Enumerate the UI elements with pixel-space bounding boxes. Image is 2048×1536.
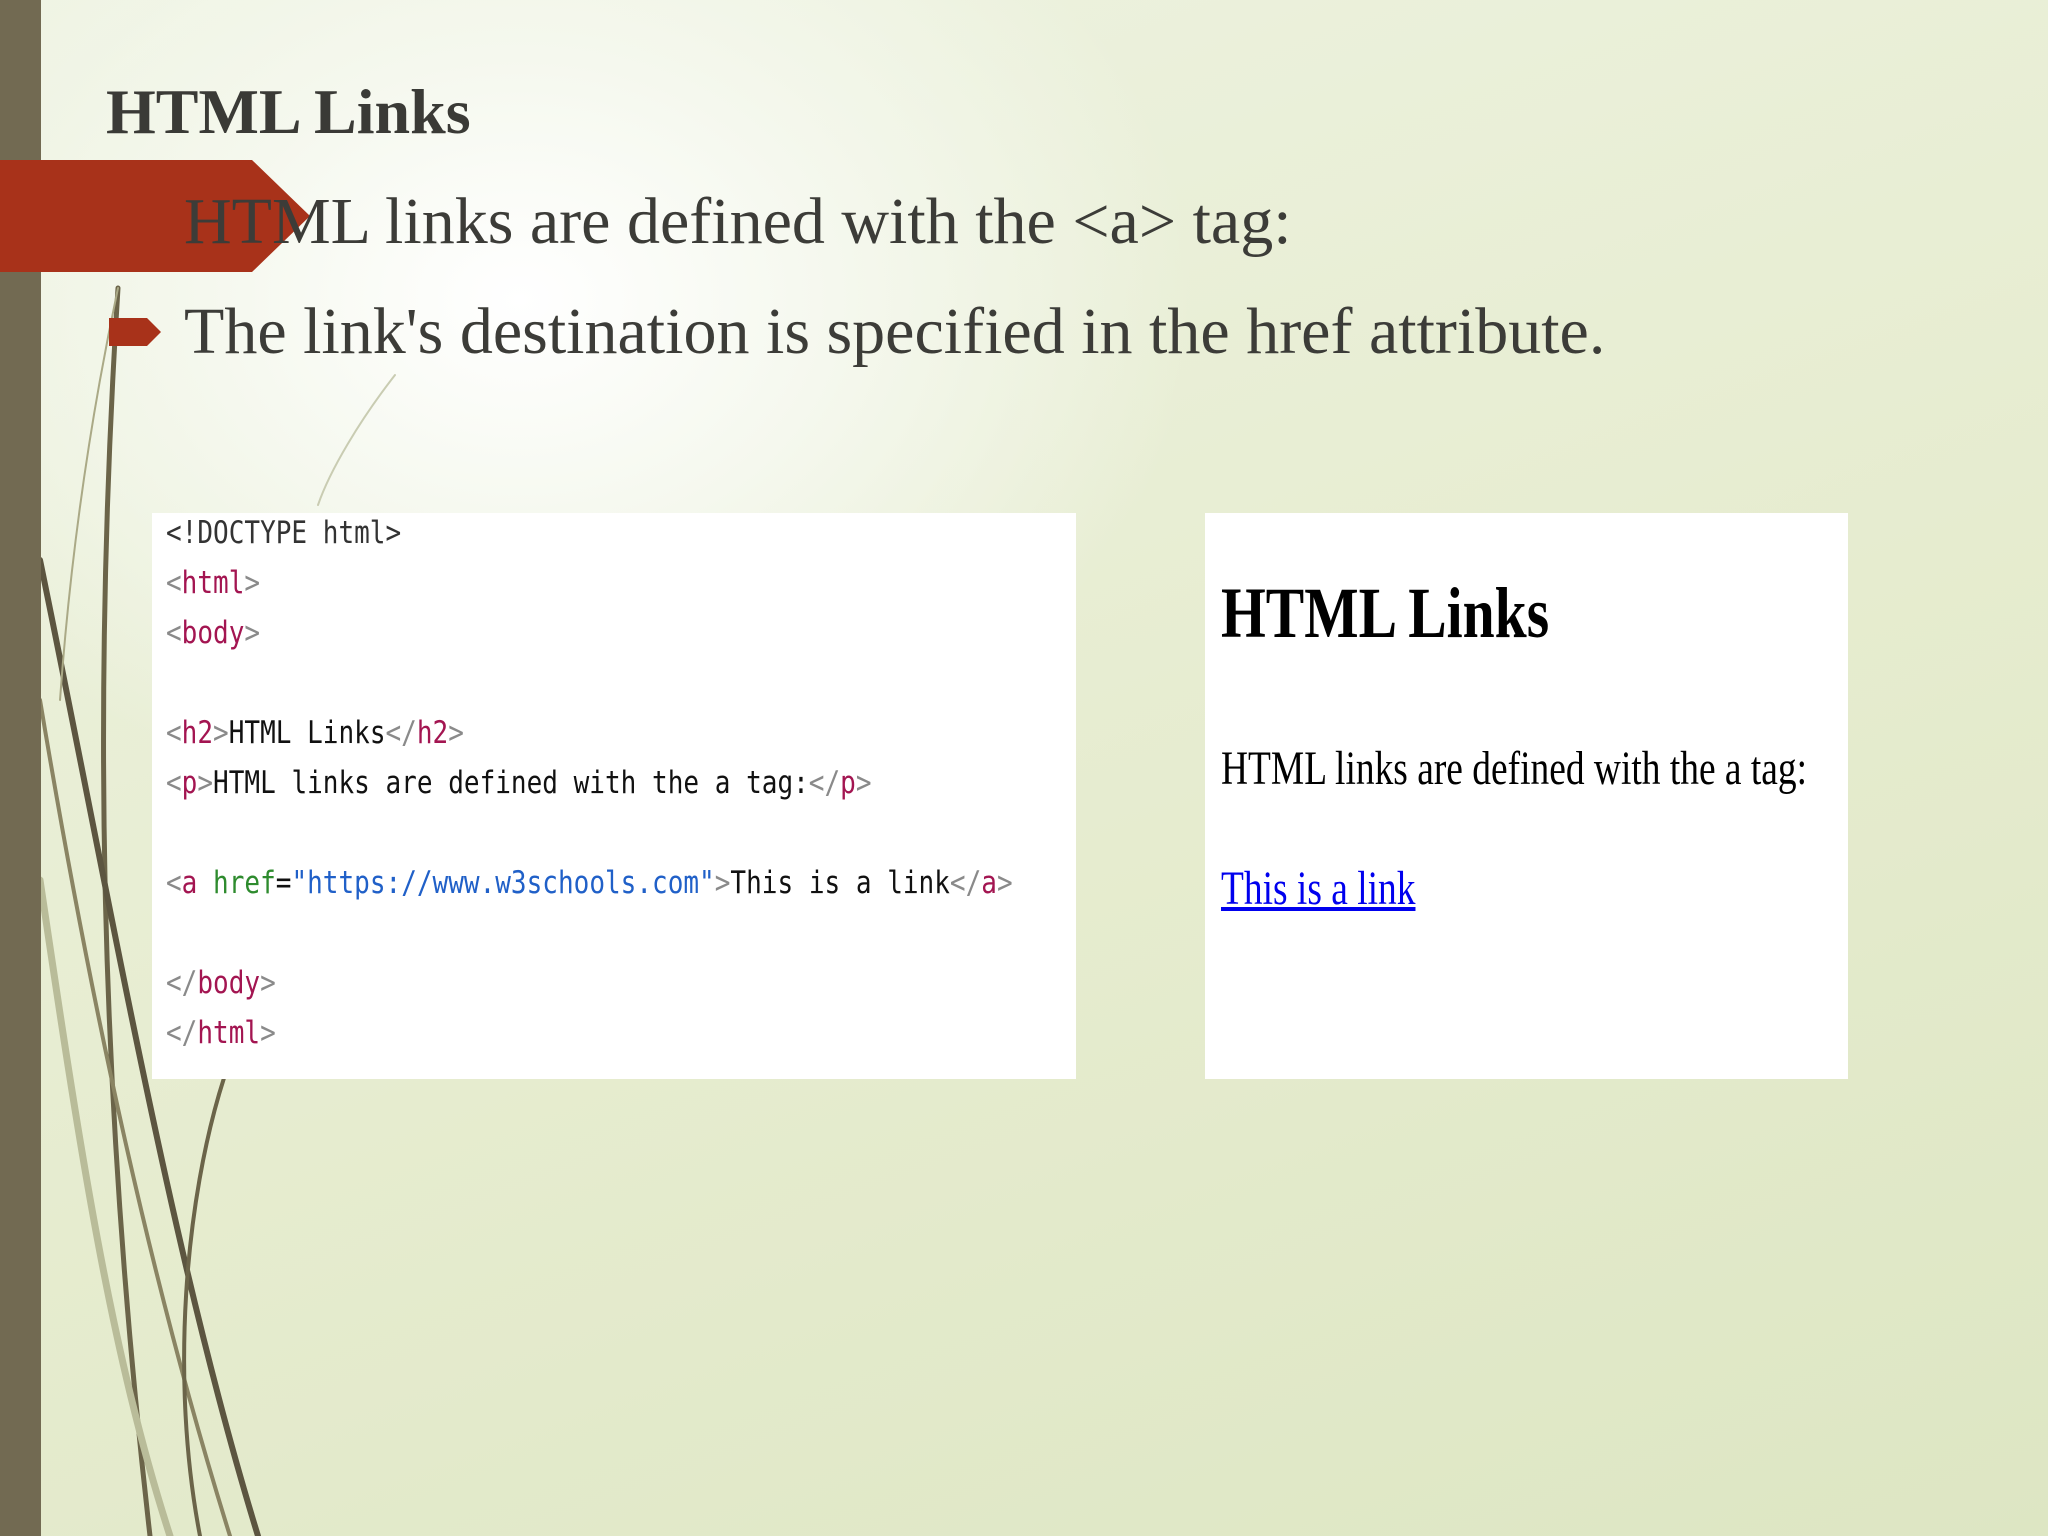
code-line-h2: <h2>HTML Links</h2> <box>166 715 464 751</box>
code-line-body-close: </body> <box>166 965 276 1001</box>
code-example-panel: <!DOCTYPE html> <html> <body> <h2>HTML L… <box>152 513 1076 1079</box>
code-line-body-open: <body> <box>166 615 261 651</box>
slide: HTML Links HTML links are defined with t… <box>0 0 2048 1536</box>
arrow-bullet-icon <box>109 318 161 346</box>
code-line-html-open: <html> <box>166 565 261 601</box>
slide-title: HTML Links <box>106 76 471 147</box>
code-line-html-close: </html> <box>166 1015 276 1051</box>
result-paragraph: HTML links are defined with the a tag: <box>1221 742 1808 795</box>
rendered-result-panel: HTML Links HTML links are defined with t… <box>1205 513 1848 1079</box>
bullet-text-2: The link's destination is specified in t… <box>184 295 1606 368</box>
code-line-p: <p>HTML links are defined with the a tag… <box>166 765 872 801</box>
code-line-doctype: <!DOCTYPE html> <box>166 515 402 551</box>
result-link[interactable]: This is a link <box>1221 861 1415 917</box>
bullet-text-1: HTML links are defined with the <a> tag: <box>184 185 1292 258</box>
result-heading: HTML Links <box>1221 573 1550 653</box>
code-line-a: <a href="https://www.w3schools.com">This… <box>166 865 1013 901</box>
